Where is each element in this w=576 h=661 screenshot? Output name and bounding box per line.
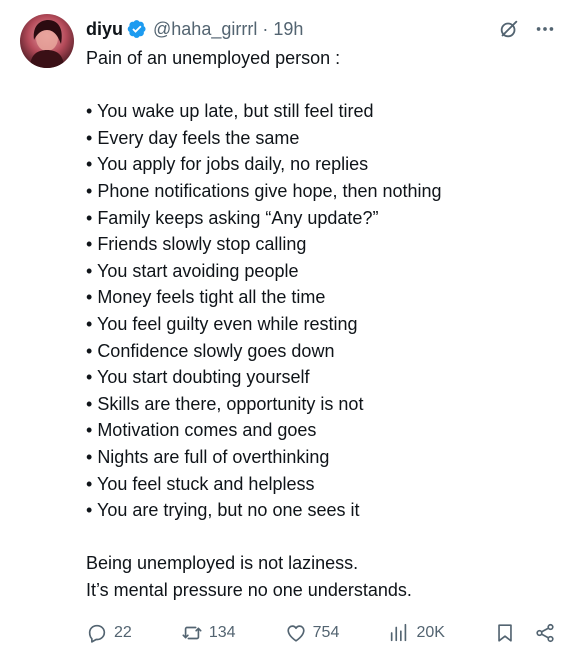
list-item: Every day feels the same [86, 125, 556, 152]
tweet-actions: 22 134 754 20K [86, 619, 556, 647]
list-item: Skills are there, opportunity is not [86, 391, 556, 418]
list-item: You start avoiding people [86, 258, 556, 285]
repost-icon [182, 626, 202, 640]
separator-dot: · [262, 18, 269, 39]
bookmark-icon [498, 624, 512, 642]
avatar-image [30, 20, 64, 68]
views-button[interactable]: 20K [388, 622, 445, 644]
bookmark-button[interactable] [494, 622, 516, 644]
list-item: You feel stuck and helpless [86, 471, 556, 498]
author-name[interactable]: diyu [86, 19, 123, 40]
list-item: Phone notifications give hope, then noth… [86, 178, 556, 205]
grok-icon[interactable] [498, 18, 520, 40]
list-item: You apply for jobs daily, no replies [86, 151, 556, 178]
repost-button[interactable]: 134 [181, 622, 236, 644]
tweet-header: diyu @haha_girrrl · 19h [86, 16, 556, 42]
views-icon [391, 623, 407, 642]
views-count: 20K [416, 624, 445, 641]
timestamp[interactable]: 19h [273, 19, 303, 40]
reply-count: 22 [114, 624, 132, 641]
list-item: You feel guilty even while resting [86, 311, 556, 338]
like-count: 754 [312, 624, 340, 641]
like-icon [287, 625, 305, 642]
list-item: You are trying, but no one sees it [86, 497, 556, 524]
header-actions [498, 16, 556, 42]
reply-icon [88, 624, 106, 643]
list-item: Nights are full of overthinking [86, 444, 556, 471]
tweet-closing-line-2: It’s mental pressure no one understands. [86, 579, 412, 600]
author-handle[interactable]: @haha_girrrl [153, 19, 257, 40]
avatar[interactable] [20, 14, 74, 68]
list-item: Friends slowly stop calling [86, 231, 556, 258]
tweet-text: Pain of an unemployed person : You wake … [86, 45, 556, 603]
list-item: Motivation comes and goes [86, 417, 556, 444]
list-item: You wake up late, but still feel tired [86, 98, 556, 125]
list-item: Family keeps asking “Any update?” [86, 205, 556, 232]
share-button[interactable] [534, 622, 556, 644]
list-item: You start doubting yourself [86, 364, 556, 391]
list-item: Confidence slowly goes down [86, 338, 556, 365]
verified-badge-icon [127, 19, 147, 39]
reply-button[interactable]: 22 [86, 622, 132, 644]
list-item: Money feels tight all the time [86, 284, 556, 311]
secondary-actions [494, 622, 556, 644]
tweet-intro: Pain of an unemployed person : [86, 48, 341, 68]
like-button[interactable]: 754 [285, 622, 340, 644]
tweet-card[interactable]: diyu @haha_girrrl · 19h Pain of an unemp… [0, 0, 576, 661]
repost-count: 134 [208, 624, 236, 641]
tweet-closing-line-1: Being unemployed is not laziness. [86, 553, 359, 574]
share-icon [536, 623, 554, 643]
bullet-list: You wake up late, but still feel tired E… [86, 98, 556, 524]
more-horizontal-icon[interactable] [534, 18, 556, 40]
